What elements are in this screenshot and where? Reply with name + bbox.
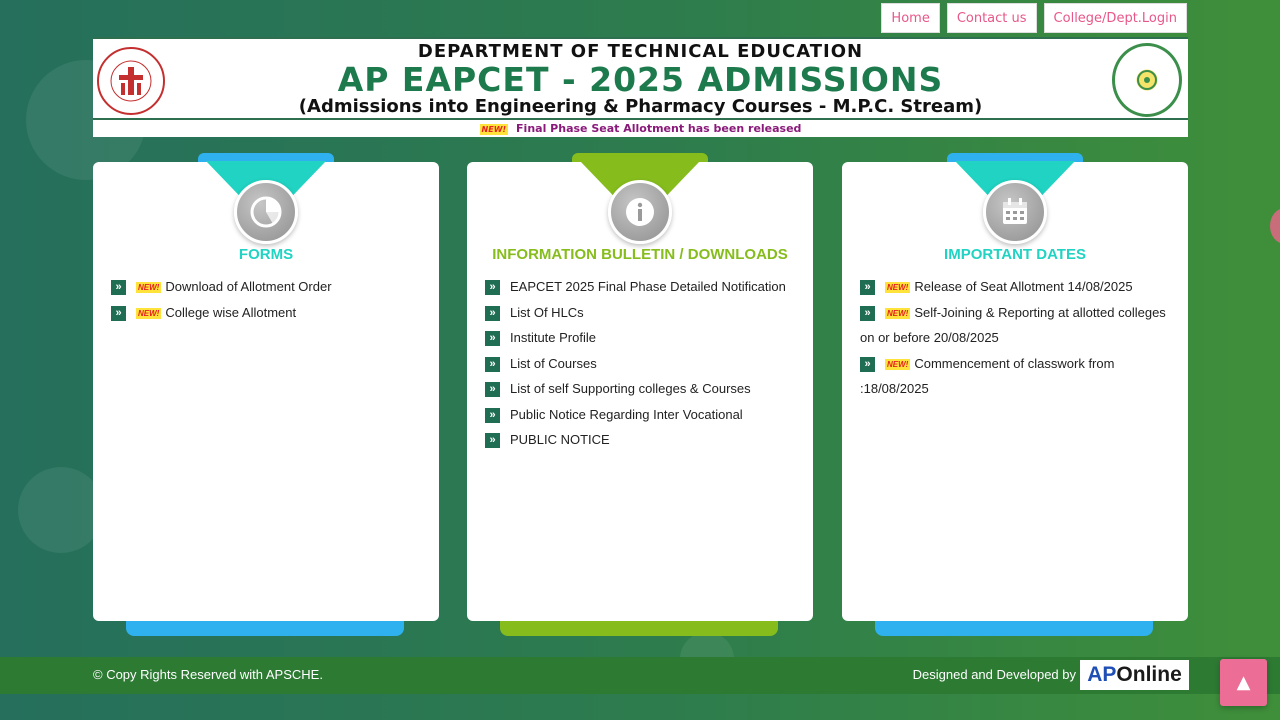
list-item[interactable]: » List Of HLCs bbox=[485, 300, 799, 326]
double-chevron-right-icon: » bbox=[111, 280, 126, 296]
information-bulletin-panel: INFORMATION BULLETIN / DOWNLOADS » EAPCET… bbox=[467, 153, 813, 636]
important-dates-panel: IMPORTANT DATES » NEW! Release of Seat All… bbox=[842, 153, 1188, 636]
list-item-label: Release of Seat Allotment 14/08/2025 bbox=[914, 279, 1133, 294]
panel-card: FORMS » NEW! Download of Allotment Order »… bbox=[93, 161, 439, 621]
panel-card: IMPORTANT DATES » NEW! Release of Seat All… bbox=[842, 161, 1188, 621]
new-badge: NEW! bbox=[885, 282, 911, 294]
list-item[interactable]: » NEW! Release of Seat Allotment 14/08/202… bbox=[860, 274, 1174, 300]
downloads-list: » EAPCET 2025 Final Phase Detailed Notifi… bbox=[485, 274, 799, 453]
new-badge: NEW! bbox=[479, 123, 509, 135]
aponline-logo[interactable]: APOnline bbox=[1080, 660, 1189, 690]
footer: © Copy Rights Reserved with APSCHE. Desi… bbox=[0, 657, 1280, 694]
double-chevron-right-icon: » bbox=[485, 407, 500, 423]
list-item-label: EAPCET 2025 Final Phase Detailed Notific… bbox=[510, 279, 786, 294]
double-chevron-right-icon: » bbox=[860, 305, 875, 321]
nav-home-link[interactable]: Home bbox=[881, 3, 940, 33]
list-item-label: List of Courses bbox=[510, 355, 597, 371]
ticker-text: Final Phase Seat Allotment has been rele… bbox=[516, 122, 802, 135]
top-nav: Home Contact us College/Dept.Login bbox=[881, 3, 1187, 33]
panel-title: FORMS bbox=[238, 246, 294, 263]
list-item[interactable]: » NEW! Self-Joining & Reporting at allotte… bbox=[860, 300, 1174, 351]
info-icon bbox=[608, 180, 672, 244]
double-chevron-right-icon: » bbox=[485, 382, 500, 398]
new-badge: NEW! bbox=[885, 358, 911, 370]
list-item[interactable]: » List of self Supporting colleges & Cour… bbox=[485, 376, 799, 402]
background-circle bbox=[18, 467, 104, 553]
list-item-label: Download of Allotment Order bbox=[165, 279, 332, 294]
list-item[interactable]: » NEW! Download of Allotment Order bbox=[111, 274, 425, 300]
double-chevron-right-icon: » bbox=[860, 280, 875, 296]
panel-title: IMPORTANT DATES bbox=[944, 246, 1086, 263]
panel-card: INFORMATION BULLETIN / DOWNLOADS » EAPCET… bbox=[467, 161, 813, 621]
list-item-label: College wise Allotment bbox=[165, 304, 297, 320]
double-chevron-right-icon: » bbox=[860, 356, 875, 372]
panel-bottom-bar bbox=[875, 620, 1153, 636]
nav-contact-link[interactable]: Contact us bbox=[946, 3, 1037, 33]
dates-list: » NEW! Release of Seat Allotment 14/08/202… bbox=[860, 274, 1174, 402]
list-item[interactable]: » NEW! College wise Allotment bbox=[111, 300, 425, 326]
double-chevron-right-icon: » bbox=[111, 305, 126, 321]
double-chevron-right-icon: » bbox=[485, 356, 500, 372]
panel-bottom-bar bbox=[126, 620, 404, 636]
pie-chart-icon bbox=[234, 180, 298, 244]
page-subtitle: (Admissions into Engineering & Pharmacy … bbox=[298, 96, 983, 117]
calendar-icon bbox=[983, 180, 1047, 244]
state-emblem-icon bbox=[1112, 43, 1182, 117]
double-chevron-right-icon: » bbox=[485, 331, 500, 347]
new-badge: NEW! bbox=[136, 282, 162, 294]
scroll-to-top-button[interactable]: ▲ bbox=[1220, 659, 1267, 706]
double-chevron-right-icon: » bbox=[485, 280, 500, 296]
new-badge: NEW! bbox=[885, 307, 911, 319]
developer-credit: Designed and Developed by bbox=[912, 667, 1076, 682]
panel-title: INFORMATION BULLETIN / DOWNLOADS bbox=[492, 246, 788, 263]
copyright-text: © Copy Rights Reserved with APSCHE. bbox=[93, 667, 323, 682]
list-item-label: List Of HLCs bbox=[510, 304, 584, 320]
forms-panel: FORMS » NEW! Download of Allotment Order »… bbox=[93, 153, 439, 636]
header-banner: DEPARTMENT OF TECHNICAL EDUCATION AP EAP… bbox=[93, 37, 1188, 120]
news-ticker[interactable]: NEW! Final Phase Seat Allotment has been… bbox=[93, 120, 1188, 137]
forms-list: » NEW! Download of Allotment Order » NEW! Co… bbox=[111, 274, 425, 325]
page-title: AP EAPCET - 2025 ADMISSIONS bbox=[337, 60, 944, 99]
list-item-label: List of self Supporting colleges & Cours… bbox=[510, 381, 751, 396]
new-badge: NEW! bbox=[136, 307, 162, 319]
department-name: DEPARTMENT OF TECHNICAL EDUCATION bbox=[417, 41, 864, 62]
nav-login-link[interactable]: College/Dept.Login bbox=[1043, 3, 1187, 33]
list-item[interactable]: » NEW! Commencement of classwork from :18/… bbox=[860, 351, 1174, 402]
list-item[interactable]: » EAPCET 2025 Final Phase Detailed Notifi… bbox=[485, 274, 799, 300]
double-chevron-right-icon: » bbox=[485, 433, 500, 449]
list-item-label: Institute Profile bbox=[510, 330, 596, 345]
list-item[interactable]: » Public Notice Regarding Inter Vocationa… bbox=[485, 402, 799, 428]
double-chevron-right-icon: » bbox=[485, 305, 500, 321]
list-item[interactable]: » Institute Profile bbox=[485, 325, 799, 351]
background-circle bbox=[1270, 208, 1280, 244]
arrow-up-icon: ▲ bbox=[1236, 672, 1251, 693]
list-item[interactable]: » PUBLIC NOTICE bbox=[485, 427, 799, 453]
panel-bottom-bar bbox=[500, 620, 778, 636]
list-item-label: Public Notice Regarding Inter Vocational bbox=[510, 406, 743, 422]
list-item[interactable]: » List of Courses bbox=[485, 351, 799, 377]
list-item-label: PUBLIC NOTICE bbox=[510, 432, 610, 447]
